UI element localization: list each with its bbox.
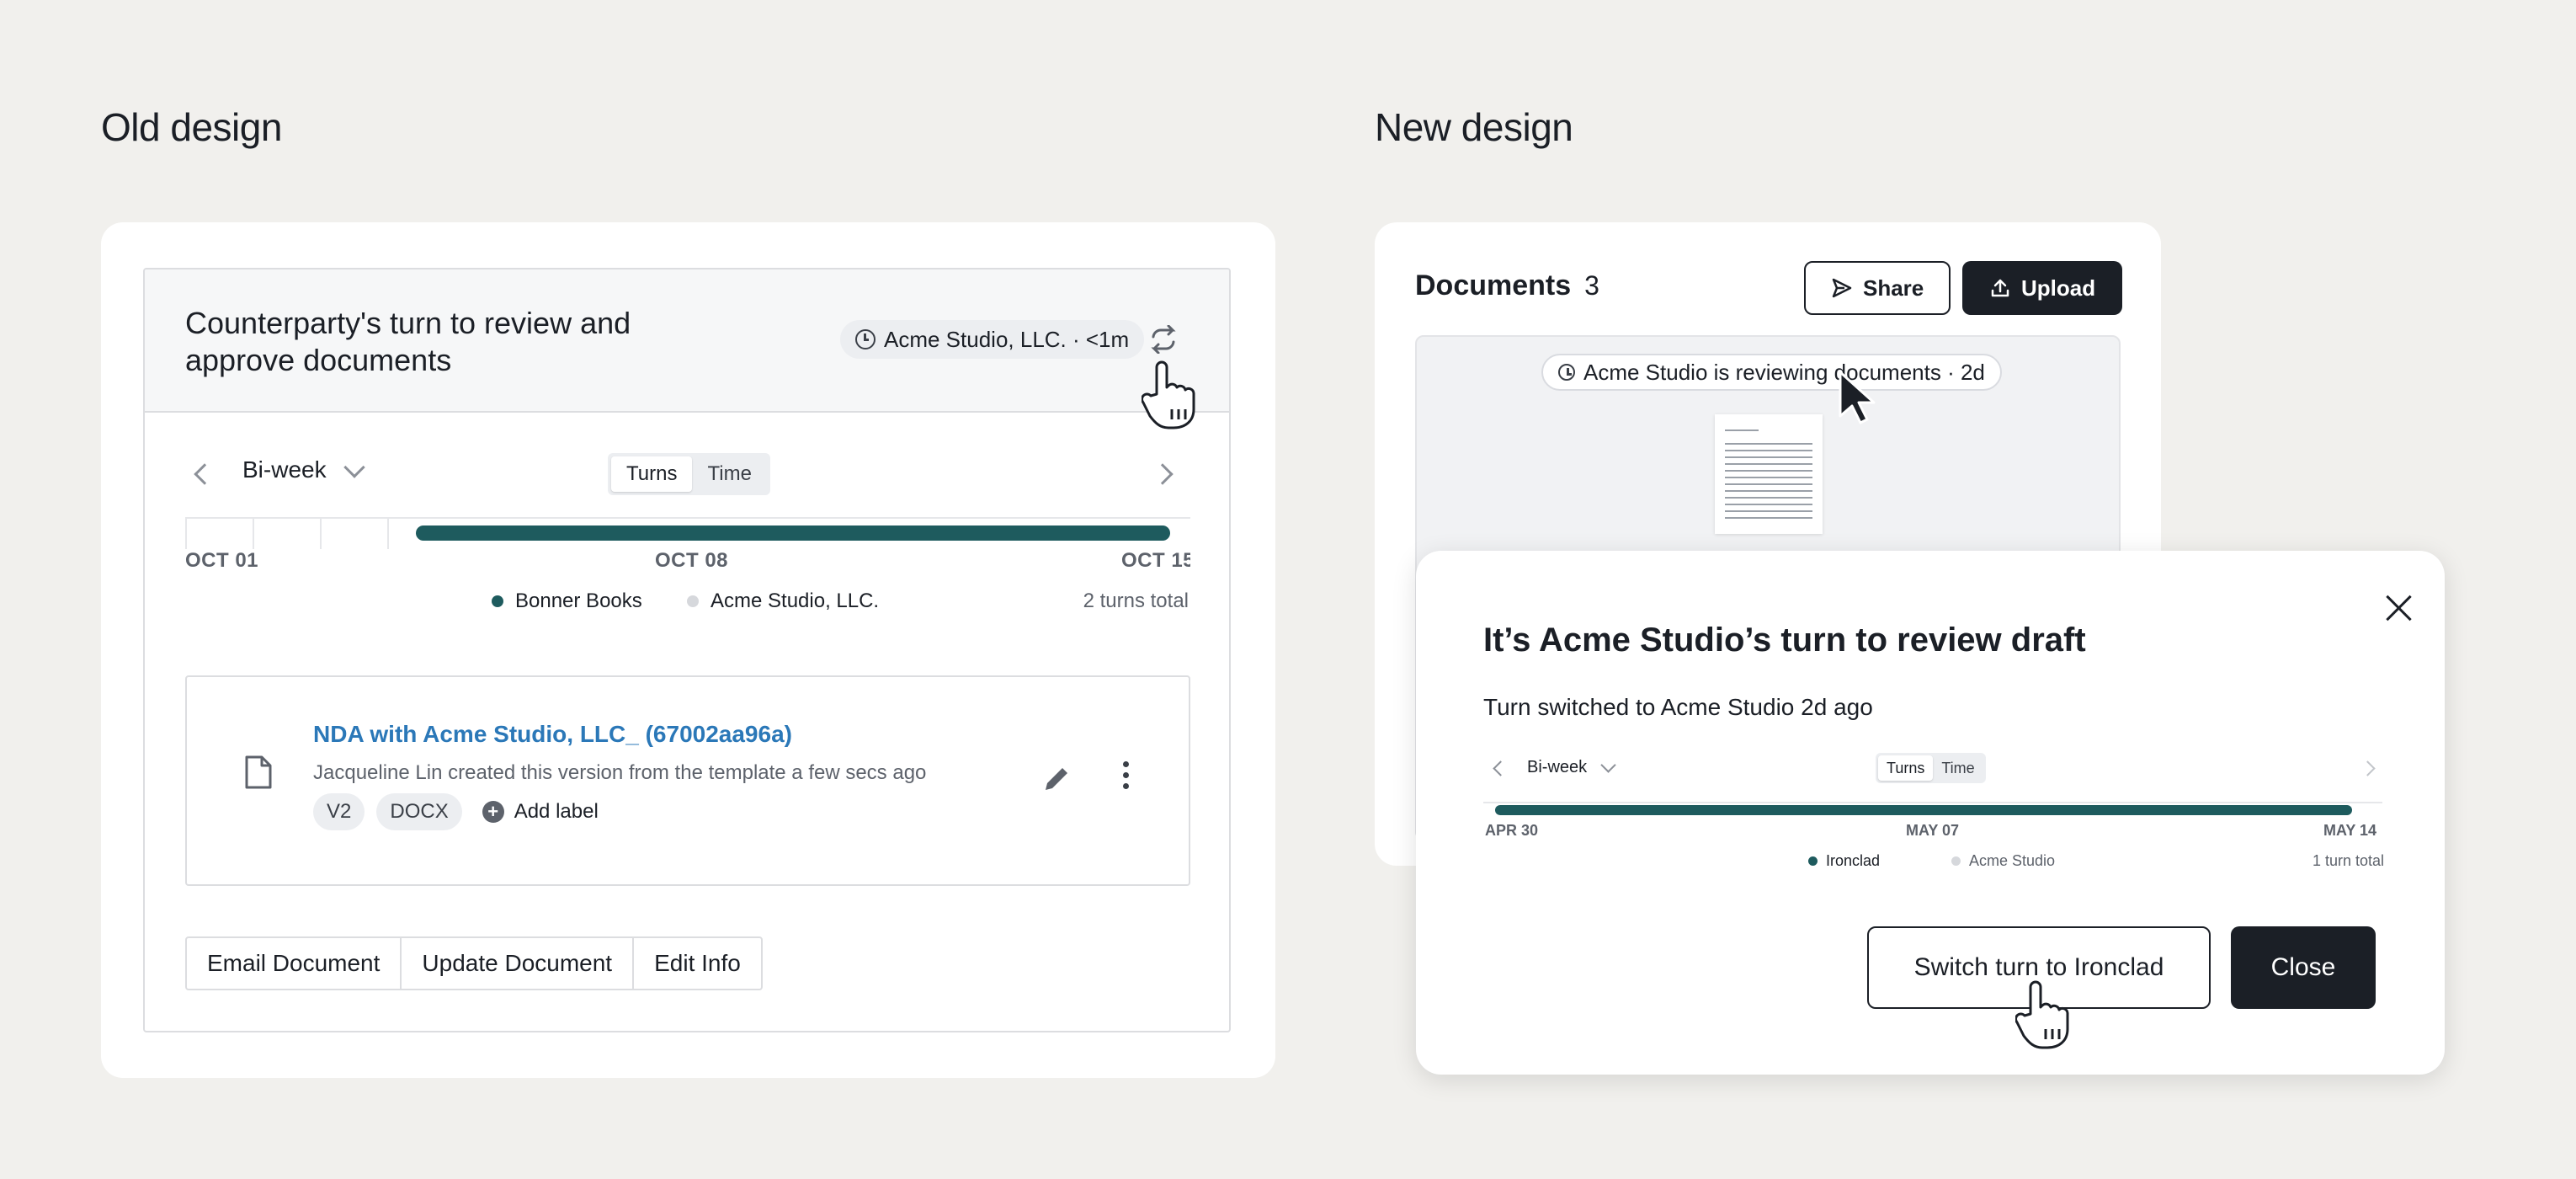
legend-item: Acme Studio: [1951, 852, 2055, 870]
document-actions: Email Document Update Document Edit Info: [185, 936, 763, 990]
new-design-title: New design: [1375, 105, 1573, 149]
legend-label: Bonner Books: [515, 590, 642, 612]
turn-heading: Counterparty's turn to review and approv…: [185, 306, 631, 377]
upload-label: Upload: [2021, 275, 2096, 301]
document-subtitle: Jacqueline Lin created this version from…: [313, 761, 927, 784]
tab-time[interactable]: Time: [692, 456, 766, 492]
turn-header: Counterparty's turn to review and approv…: [145, 269, 1229, 413]
more-icon[interactable]: [1123, 761, 1129, 789]
send-icon: [1832, 278, 1852, 298]
modal-title: It’s Acme Studio’s turn to review draft: [1483, 622, 2086, 659]
edit-info-button[interactable]: Edit Info: [634, 938, 761, 989]
legend-item: Bonner Books: [492, 590, 642, 613]
reviewing-status-pill: Acme Studio is reviewing documents · 2d: [1541, 354, 2002, 391]
legend-dot: [687, 595, 699, 607]
legend-label: Acme Studio, LLC.: [711, 590, 880, 612]
document-card: NDA with Acme Studio, LLC_ (67002aa96a) …: [185, 675, 1190, 886]
close-icon[interactable]: [2382, 591, 2416, 625]
chevron-down-icon[interactable]: [343, 456, 365, 479]
tick-label: MAY 07: [1906, 822, 1960, 839]
document-title-link[interactable]: NDA with Acme Studio, LLC_ (67002aa96a): [313, 721, 792, 748]
status-pill: Acme Studio, LLC. · <1m: [840, 320, 1145, 359]
turn-bar: [416, 525, 1170, 541]
turn-modal: It’s Acme Studio’s turn to review draft …: [1416, 551, 2445, 1075]
hand-cursor-icon: [1142, 360, 1195, 429]
documents-count: 3: [1584, 270, 1599, 301]
legend-label: Ironclad: [1826, 852, 1881, 869]
tick-label: OCT 08: [655, 549, 729, 572]
switch-turn-icon[interactable]: [1147, 325, 1180, 354]
period-label[interactable]: Bi-week: [242, 456, 327, 483]
chevron-down-icon[interactable]: [1600, 757, 1616, 775]
tick-label: MAY 14: [2323, 822, 2377, 839]
old-design-title: Old design: [101, 105, 282, 149]
add-label-button[interactable]: + Add label: [482, 800, 599, 824]
legend-item: Ironclad: [1808, 852, 1880, 870]
tick-label: APR 30: [1485, 822, 1539, 839]
tab-turns[interactable]: Turns: [611, 456, 693, 492]
hand-cursor-icon: [2015, 980, 2069, 1049]
view-toggle[interactable]: Turns Time: [1876, 753, 1986, 783]
document-thumbnail[interactable]: [1715, 414, 1823, 534]
legend-dot: [492, 595, 503, 607]
tab-time[interactable]: Time: [1933, 755, 1983, 781]
legend-dot: [1951, 856, 1961, 866]
legend-label: Acme Studio: [1969, 852, 2056, 869]
arrow-cursor-icon: [1839, 371, 1876, 424]
email-document-button[interactable]: Email Document: [187, 938, 402, 989]
documents-title: Documents: [1415, 269, 1572, 301]
format-tag: DOCX: [376, 793, 462, 830]
prev-period-icon[interactable]: [1493, 760, 1509, 778]
turns-total: 2 turns total: [1083, 590, 1189, 612]
plus-icon: +: [482, 801, 504, 823]
reviewing-status-text: Acme Studio is reviewing documents · 2d: [1583, 359, 1985, 385]
share-label: Share: [1863, 275, 1924, 301]
legend-dot: [1808, 856, 1818, 866]
share-button[interactable]: Share: [1804, 261, 1951, 315]
close-button[interactable]: Close: [2231, 926, 2376, 1009]
legend-item: Acme Studio, LLC.: [687, 590, 879, 613]
view-toggle[interactable]: Turns Time: [608, 453, 770, 495]
update-document-button[interactable]: Update Document: [402, 938, 635, 989]
period-label[interactable]: Bi-week: [1527, 758, 1587, 777]
add-label-text: Add label: [514, 800, 599, 823]
pencil-icon[interactable]: [1042, 765, 1071, 793]
clock-icon: [855, 329, 876, 349]
clock-icon: [1558, 364, 1575, 381]
status-pill-text: Acme Studio, LLC. · <1m: [884, 326, 1130, 352]
prev-period-icon[interactable]: [194, 463, 216, 486]
upload-button[interactable]: Upload: [1962, 261, 2123, 315]
next-period-icon[interactable]: [2360, 760, 2376, 778]
tab-turns[interactable]: Turns: [1878, 755, 1934, 781]
next-period-icon[interactable]: [1152, 463, 1174, 486]
modal-subtitle: Turn switched to Acme Studio 2d ago: [1483, 694, 1873, 720]
turns-total: 1 turn total: [2312, 852, 2384, 869]
document-icon: [245, 755, 272, 789]
turn-bar: [1495, 805, 2352, 815]
tick-label: OCT 01: [185, 549, 259, 572]
old-turn-panel: Counterparty's turn to review and approv…: [143, 268, 1231, 1032]
version-tag: V2: [313, 793, 365, 830]
upload-icon: [1991, 279, 2009, 297]
tick-label: OCT 15: [1121, 549, 1190, 572]
